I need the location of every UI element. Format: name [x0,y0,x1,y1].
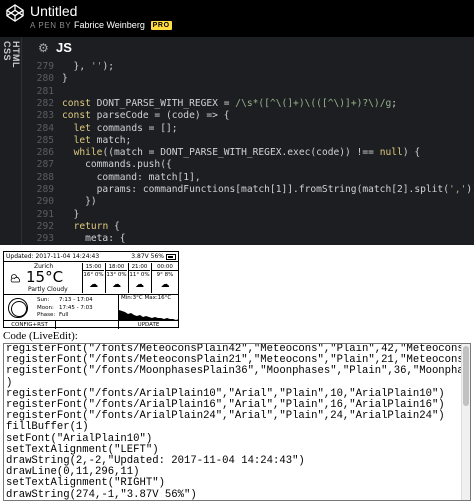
line-code: params: commandFunctions[match[1]].fromS… [62,184,474,195]
cloud-icon: ☁ [112,280,121,290]
current-temperature: 15°C [26,268,64,286]
phase-row: Phase: Full [37,312,93,320]
sun-value: 7:13 - 17:04 [59,297,93,303]
codepen-logo-icon[interactable] [6,4,24,22]
pen-title[interactable]: Untitled [30,2,77,20]
live-edit-code[interactable]: registerFont("/fonts/MeteoconsPlain42","… [6,344,470,500]
epaper-footer: CONFIG+RST UPDATE [4,320,178,329]
gear-icon[interactable]: ⚙ [38,42,50,54]
config-rst-label: CONFIG+RST [4,321,56,329]
forecast-time: 15:00 [83,263,104,271]
cloud-icon: ☁ [160,280,170,290]
astro-info: Sun: 7:13 - 17:04 Moon: 17:45 - 7:03 Phase… [37,297,93,320]
collapsed-panels: CSS HTML [0,37,22,245]
temperature-sparkline [119,310,179,321]
moon-phase-icon [8,298,28,318]
forecast-range: 11° 0% [129,272,150,278]
code-editor: CSS HTML ⚙ JS 279 }, ''); 280} 281 282 const… [0,37,474,245]
by-line: A PEN BY [30,21,72,30]
pen-author-line: A PEN BY Fabrice Weinberg PRO [30,20,172,31]
forecast-time: 21:00 [129,263,150,271]
live-edit-label: Code (LiveEdit): [3,330,78,342]
temperature-graph: Min:3°C Max:16°C [118,295,179,321]
pro-badge: PRO [150,21,172,30]
js-code-area[interactable]: 279 }, ''); 280} 281 282 const DONT_PARSE_WI… [24,59,474,245]
js-panel-header: ⚙ JS [24,37,474,59]
epaper-preview: Updated: 2017-11-04 14:24:43 3.87V 56% Z… [3,251,179,329]
phase-value: Full [59,312,69,318]
updated-timestamp: Updated: 2017-11-04 14:24:43 [6,253,100,260]
battery-icon [166,254,176,260]
forecast-slot: 00:00 9° 8% ☁ [151,263,178,293]
line-code: meta: { [62,233,126,245]
js-panel-title: JS [56,40,72,55]
battery-readout: 3.87V 56% [131,253,164,260]
forecast-slot: 21:00 11° 0% ☁ [128,263,150,293]
cloud-icon: ☁ [89,280,98,290]
line-code: } [62,73,68,85]
scrollbar-thumb[interactable] [463,346,469,406]
forecast-slot: 18:00 13° 0% ☁ [105,263,127,293]
forecast-time: 00:00 [152,263,178,271]
line-code: }, ''); [62,61,115,72]
line-number: 293 [36,233,54,245]
tab-html[interactable]: HTML [11,41,21,68]
weather-condition: Partly Cloudy [28,286,68,293]
forecast-time: 18:00 [106,263,127,271]
forecast-slot: 15:00 16° 0% ☁ [82,263,104,293]
sun-row: Sun: 7:13 - 17:04 [37,297,93,305]
update-label: UPDATE [118,321,178,329]
live-edit-scrollbar[interactable] [461,344,470,500]
phase-key: Phase: [37,312,56,318]
graph-min-max: Min:3°C Max:16°C [121,295,172,301]
moon-key: Moon: [37,304,54,311]
sun-key: Sun: [37,297,50,303]
forecast-range: 9° 8% [156,272,174,278]
author-link[interactable]: Fabrice Weinberg [74,20,145,30]
divider [0,245,474,250]
forecast-range: 13° 0% [106,272,127,278]
codepen-header: Untitled A PEN BY Fabrice Weinberg PRO [0,0,474,37]
epaper-status-bar: Updated: 2017-11-04 14:24:43 3.87V 56% [4,252,178,262]
cloud-icon: ☁ [135,280,144,290]
live-edit-textarea[interactable]: registerFont("/fonts/MeteoconsPlain42","… [3,343,471,501]
partly-cloudy-icon [10,274,21,283]
astro-section: Sun: 7:13 - 17:04 Moon: 17:45 - 7:03 Phase… [4,294,179,321]
moon-row: Moon: 17:45 - 7:03 [37,305,93,313]
forecast-range: 16° 0% [83,272,104,278]
moon-value: 17:45 - 7:03 [59,304,93,311]
